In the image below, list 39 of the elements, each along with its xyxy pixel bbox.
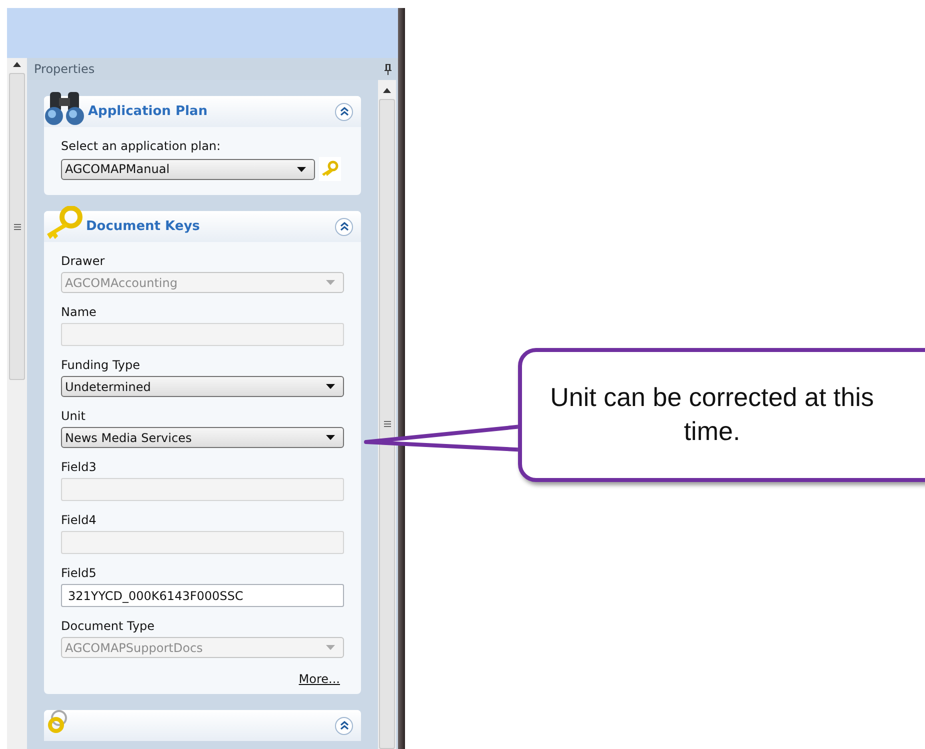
binoculars-icon <box>44 90 86 126</box>
dropdown[interactable]: Undetermined <box>61 376 344 397</box>
grip-icon <box>384 421 390 427</box>
grip-icon <box>14 224 20 230</box>
field-label: Field4 <box>61 513 98 527</box>
section-title: Application Plan <box>88 104 208 119</box>
chevrons-icon <box>340 721 348 730</box>
scrollbar[interactable] <box>7 58 27 749</box>
dropdown-arrow-icon <box>297 166 306 172</box>
collapse-button[interactable] <box>335 716 353 734</box>
field-label: Unit <box>61 409 86 423</box>
chevrons-icon <box>340 222 348 231</box>
dropdown[interactable]: News Media Services <box>61 427 344 448</box>
panel-title: Properties <box>34 62 95 76</box>
scroll-up-icon[interactable] <box>383 88 391 93</box>
section-title: Document Keys <box>86 219 200 234</box>
field-label: Funding Type <box>61 358 142 372</box>
field-label: Document Type <box>61 619 156 633</box>
scroll-thumb[interactable] <box>9 73 25 380</box>
key-icon <box>44 206 84 240</box>
field-label: Field3 <box>61 460 98 474</box>
dropdown-arrow-icon <box>326 384 335 389</box>
collapse-button[interactable] <box>335 102 353 120</box>
scroll-up-icon[interactable] <box>13 62 21 67</box>
field-label: Select an application plan: <box>61 139 222 153</box>
more-link[interactable]: More... <box>298 672 340 686</box>
input-field[interactable]: 321YYCD_000K6143F000SSC <box>61 584 344 607</box>
callout-text: Unit can be corrected at this time. <box>549 381 875 448</box>
field-label: Field5 <box>61 566 98 580</box>
plan-dropdown[interactable]: AGCOMAPManual <box>61 158 315 180</box>
collapse-button[interactable] <box>335 218 353 236</box>
key-button[interactable] <box>319 157 341 181</box>
field-label: Name <box>61 305 98 319</box>
dropdown-arrow-icon <box>326 280 335 285</box>
dropdown-arrow-icon <box>326 645 335 650</box>
field-label: Drawer <box>61 254 106 268</box>
pin-icon[interactable] <box>384 64 392 74</box>
dropdown-arrow-icon <box>326 435 335 440</box>
chevrons-icon <box>340 107 348 116</box>
